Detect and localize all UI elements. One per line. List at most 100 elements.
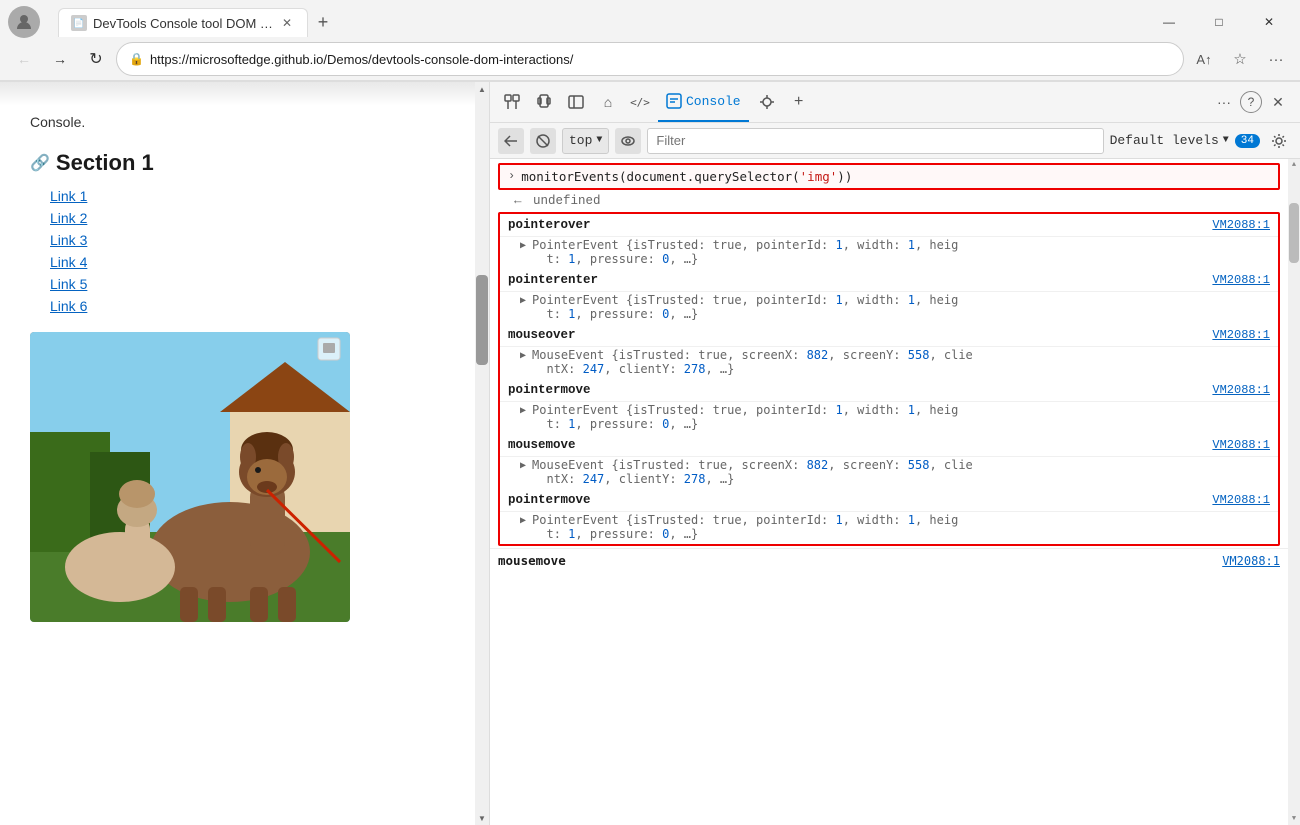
page-scrollbar[interactable]: ▲ ▼ xyxy=(475,82,489,825)
devtools-scroll-thumb[interactable] xyxy=(1289,203,1299,263)
filter-input[interactable] xyxy=(647,128,1103,154)
event-row-pointerenter: pointerenter VM2088:1 xyxy=(500,269,1278,292)
home-button[interactable]: ⌂ xyxy=(594,88,622,116)
source-button[interactable]: </> xyxy=(626,88,654,116)
add-tool-button[interactable]: + xyxy=(785,88,813,116)
result-text: undefined xyxy=(533,194,601,208)
event-row-mouseover: mouseover VM2088:1 xyxy=(500,324,1278,347)
link-2[interactable]: Link 2 xyxy=(50,210,87,226)
page-scroll-thumb[interactable] xyxy=(476,275,488,365)
profile-icon[interactable] xyxy=(8,6,40,38)
link-1[interactable]: Link 1 xyxy=(50,188,87,204)
tab-favicon: 📄 xyxy=(71,15,87,31)
event-obj-mousemove-1: MouseEvent {isTrusted: true, screenX: 88… xyxy=(532,458,973,486)
new-tab-button[interactable]: + xyxy=(308,7,338,37)
levels-dropdown-arrow: ▼ xyxy=(1223,135,1229,146)
event-row-mousemove-1: mousemove VM2088:1 xyxy=(500,434,1278,457)
devtools-scrollbar[interactable]: ▲ ▼ xyxy=(1288,159,1300,825)
event-detail-mousemove-1: ▶ MouseEvent {isTrusted: true, screenX: … xyxy=(500,457,1278,489)
page-scroll-track[interactable] xyxy=(475,96,489,811)
page-scroll-down[interactable]: ▼ xyxy=(478,811,486,825)
link-6[interactable]: Link 6 xyxy=(50,298,87,314)
expand-arrow-pointerover[interactable]: ▶ xyxy=(520,240,526,252)
back-button[interactable]: ← xyxy=(8,43,40,75)
minimize-button[interactable]: — xyxy=(1146,8,1192,36)
event-source-vm-pointerover[interactable]: VM2088:1 xyxy=(1212,218,1270,232)
read-aloud-button[interactable]: A↑ xyxy=(1188,43,1220,75)
address-bar: ← → ↻ 🔒 https://microsoftedge.github.io/… xyxy=(0,38,1300,81)
devtools-scroll-up[interactable]: ▲ xyxy=(1292,159,1296,171)
link-3[interactable]: Link 3 xyxy=(50,232,87,248)
event-name-pointerenter: pointerenter xyxy=(508,273,1212,287)
expand-arrow-mouseover[interactable]: ▶ xyxy=(520,350,526,362)
title-bar: 📄 DevTools Console tool DOM inte ✕ + — □… xyxy=(0,0,1300,38)
device-toolbar-button[interactable] xyxy=(530,88,558,116)
console-command-row: › monitorEvents(document.querySelector('… xyxy=(498,163,1280,190)
event-obj-mouseover: MouseEvent {isTrusted: true, screenX: 88… xyxy=(532,348,973,376)
event-name-mousemove-1: mousemove xyxy=(508,438,1212,452)
command-string-arg: 'img' xyxy=(800,169,838,184)
more-tools-button[interactable]: ··· xyxy=(1210,88,1238,116)
maximize-button[interactable]: □ xyxy=(1196,8,1242,36)
page-scroll-up[interactable]: ▲ xyxy=(478,82,486,96)
event-source-vm-pointermove-2[interactable]: VM2088:1 xyxy=(1212,493,1270,507)
devtools-toolbar: ⌂ </> Console + ··· ? ✕ xyxy=(490,82,1300,123)
top-dropdown-arrow: ▼ xyxy=(596,135,602,146)
console-scroll-container[interactable]: › monitorEvents(document.querySelector('… xyxy=(490,159,1288,825)
devtools-scroll-down[interactable]: ▼ xyxy=(1292,813,1296,825)
event-obj-pointerenter: PointerEvent {isTrusted: true, pointerId… xyxy=(532,293,958,321)
event-source-vm-mousemove-1[interactable]: VM2088:1 xyxy=(1212,438,1270,452)
link-4[interactable]: Link 4 xyxy=(50,254,87,270)
event-name-pointermove-2: pointermove xyxy=(508,493,1212,507)
help-button[interactable]: ? xyxy=(1240,91,1262,113)
event-detail-pointermove-2: ▶ PointerEvent {isTrusted: true, pointer… xyxy=(500,512,1278,544)
default-levels-selector[interactable]: Default levels ▼ 34 xyxy=(1110,133,1260,148)
link-5[interactable]: Link 5 xyxy=(50,276,87,292)
event-source-vm-pointerenter[interactable]: VM2088:1 xyxy=(1212,273,1270,287)
console-tab[interactable]: Console xyxy=(658,82,749,122)
event-name-pointermove-1: pointermove xyxy=(508,383,1212,397)
event-source-vm-mouseover[interactable]: VM2088:1 xyxy=(1212,328,1270,342)
console-command-text: monitorEvents(document.querySelector('im… xyxy=(521,169,852,184)
devtools-panel: ⌂ </> Console + ··· ? ✕ xyxy=(490,82,1300,825)
event-row-mousemove-2: mousemove VM2088:1 xyxy=(490,548,1288,572)
event-source-vm-mousemove-2[interactable]: VM2088:1 xyxy=(1222,554,1280,568)
event-detail-pointerover: ▶ PointerEvent {isTrusted: true, pointer… xyxy=(500,237,1278,269)
close-button[interactable]: ✕ xyxy=(1246,8,1292,36)
inspect-element-button[interactable] xyxy=(498,88,526,116)
expand-arrow-pointermove-2[interactable]: ▶ xyxy=(520,515,526,527)
alpaca-image xyxy=(30,332,350,622)
event-detail-pointermove-1: ▶ PointerEvent {isTrusted: true, pointer… xyxy=(500,402,1278,434)
expand-arrow-mousemove-1[interactable]: ▶ xyxy=(520,460,526,472)
browser-tab[interactable]: 📄 DevTools Console tool DOM inte ✕ xyxy=(58,8,308,37)
console-clear-button[interactable] xyxy=(530,128,556,154)
tab-title: DevTools Console tool DOM inte xyxy=(93,16,273,31)
eye-filter-button[interactable] xyxy=(615,128,641,154)
anchor-icon: 🔗 xyxy=(30,153,50,173)
event-name-mouseover: mouseover xyxy=(508,328,1212,342)
console-output-area: › monitorEvents(document.querySelector('… xyxy=(490,159,1300,825)
url-text: https://microsoftedge.github.io/Demos/de… xyxy=(150,52,1171,67)
refresh-button[interactable]: ↻ xyxy=(80,43,112,75)
console-back-button[interactable] xyxy=(498,128,524,154)
devtools-scroll-track[interactable] xyxy=(1288,171,1300,813)
event-detail-mouseover: ▶ MouseEvent {isTrusted: true, screenX: … xyxy=(500,347,1278,379)
url-bar[interactable]: 🔒 https://microsoftedge.github.io/Demos/… xyxy=(116,42,1184,76)
event-source-vm-pointermove-1[interactable]: VM2088:1 xyxy=(1212,383,1270,397)
page-content: Console. 🔗 Section 1 Link 1 Link 2 Link … xyxy=(0,82,475,825)
message-count-badge: 34 xyxy=(1235,134,1260,148)
console-settings-button[interactable] xyxy=(1266,128,1292,154)
favorites-button[interactable]: ☆ xyxy=(1224,43,1256,75)
tab-close-button[interactable]: ✕ xyxy=(279,15,295,31)
bug-button[interactable] xyxy=(753,88,781,116)
expand-arrow-pointermove-1[interactable]: ▶ xyxy=(520,405,526,417)
sidebar-button[interactable] xyxy=(562,88,590,116)
devtools-close-button[interactable]: ✕ xyxy=(1264,88,1292,116)
more-options-button[interactable]: ··· xyxy=(1260,43,1292,75)
expand-arrow-pointerenter[interactable]: ▶ xyxy=(520,295,526,307)
top-selector[interactable]: top ▼ xyxy=(562,128,609,154)
event-row-pointerover: pointerover VM2088:1 xyxy=(500,214,1278,237)
page-top-fade xyxy=(0,82,475,106)
forward-button[interactable]: → xyxy=(44,43,76,75)
section-heading: 🔗 Section 1 xyxy=(30,150,445,176)
